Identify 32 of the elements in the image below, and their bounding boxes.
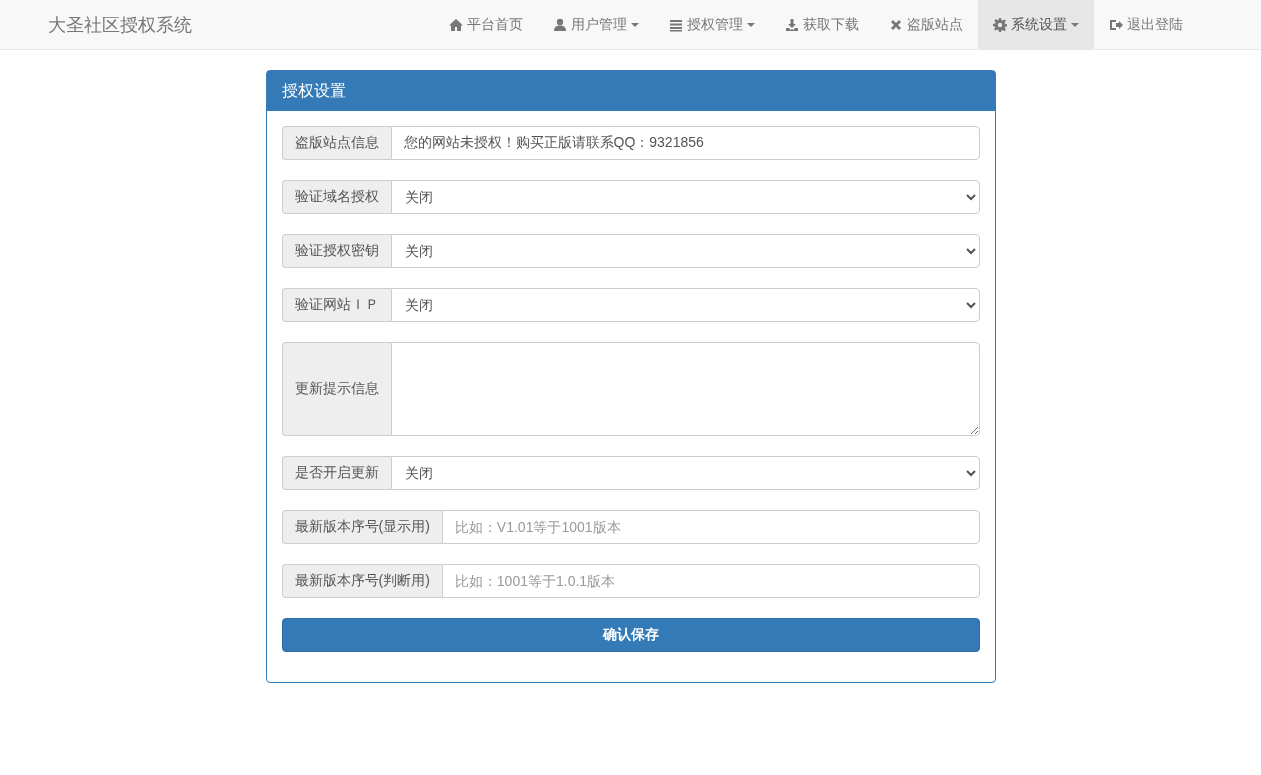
text-field[interactable]: 比如：1001等于1.0.1版本 bbox=[441, 564, 980, 598]
field-label: 盗版站点信息 bbox=[281, 126, 391, 160]
user-icon bbox=[552, 17, 567, 32]
text-field[interactable]: 您的网站未授权！购买正版请联系QQ：9321856 bbox=[390, 126, 980, 160]
field-label: 最新版本序号(判断用) bbox=[281, 564, 442, 598]
logout-icon bbox=[1108, 17, 1123, 32]
home-icon bbox=[448, 17, 463, 32]
nav-link[interactable]: 用户管理 bbox=[537, 0, 654, 49]
field-label: 验证网站ＩＰ bbox=[281, 288, 391, 322]
settings-icon bbox=[992, 17, 1007, 32]
brand-title: 大圣社区授权系统 bbox=[46, 13, 193, 37]
panel-title: 授权设置 bbox=[266, 71, 995, 111]
save-button[interactable]: 确认保存 bbox=[281, 618, 980, 652]
field-label: 最新版本序号(显示用) bbox=[281, 510, 442, 544]
field-label: 是否开启更新 bbox=[281, 456, 391, 490]
nav-link[interactable]: 获取下载 bbox=[769, 0, 874, 49]
field-label: 验证授权密钥 bbox=[281, 234, 391, 268]
textarea-field[interactable] bbox=[390, 342, 980, 436]
list-icon bbox=[668, 17, 683, 32]
field-label: 验证域名授权 bbox=[281, 180, 391, 214]
nav-link[interactable]: 退出登陆 bbox=[1093, 0, 1198, 49]
dropdown-select[interactable]: 关闭 bbox=[390, 456, 980, 490]
nav-link[interactable]: 平台首页 bbox=[433, 0, 538, 49]
nav-link[interactable]: 系统设置 bbox=[977, 0, 1094, 49]
text-field[interactable]: 比如：V1.01等于1001版本 bbox=[441, 510, 980, 544]
dropdown-select[interactable]: 关闭 bbox=[390, 180, 980, 214]
dropdown-select[interactable]: 关闭 bbox=[390, 288, 980, 322]
field-label: 更新提示信息 bbox=[281, 342, 391, 436]
nav-link[interactable]: 盗版站点 bbox=[873, 0, 978, 49]
dropdown-select[interactable]: 关闭 bbox=[390, 234, 980, 268]
download-icon bbox=[784, 17, 799, 32]
nav-link[interactable]: 授权管理 bbox=[653, 0, 770, 49]
